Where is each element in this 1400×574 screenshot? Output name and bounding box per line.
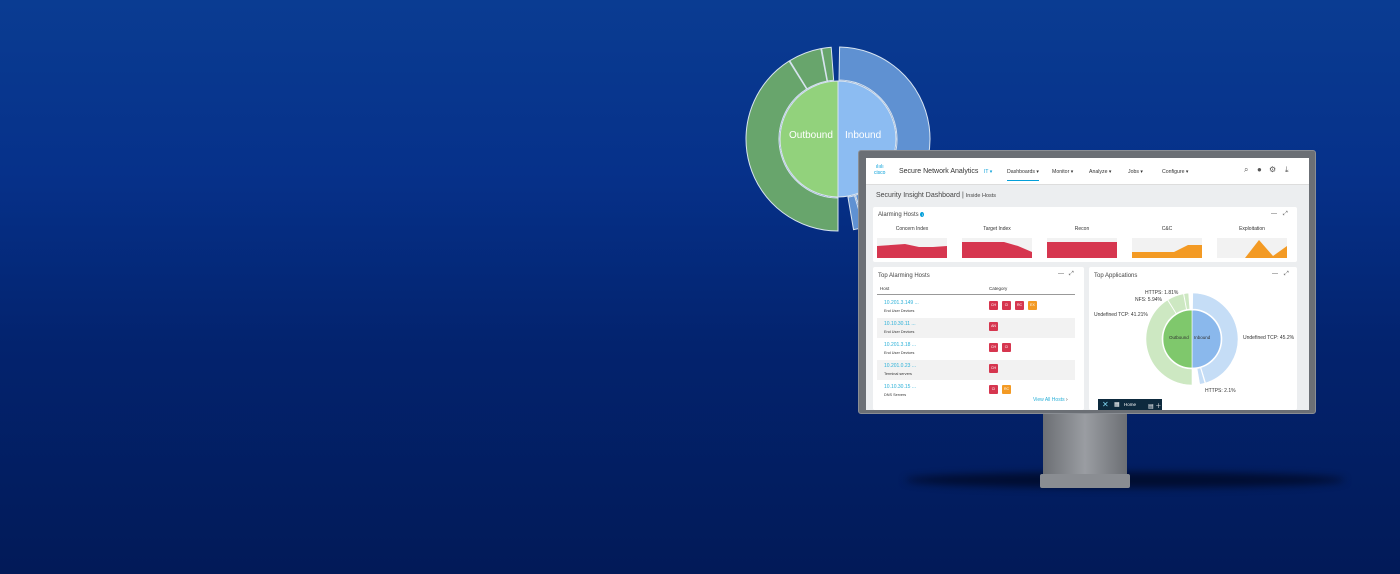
- category-badge[interactable]: EX: [1028, 301, 1037, 310]
- metric-label: Concern Index: [895, 226, 929, 232]
- metric-label: Target Index: [983, 226, 1011, 232]
- table-row[interactable]: 10.201.0.23 ... Terminal servers CH: [877, 360, 1075, 380]
- dashboard-screen: ılıılı cisco Secure Network Analytics IT …: [866, 158, 1309, 410]
- host-group: End User Devices: [884, 351, 915, 355]
- category-badge[interactable]: CH: [989, 301, 998, 310]
- download-icon[interactable]: ⤓: [1285, 165, 1289, 175]
- expand-icon[interactable]: ⤢: [1283, 211, 1288, 218]
- metric-sparkline[interactable]: [877, 238, 947, 258]
- monitor-base: [1040, 474, 1130, 488]
- host-ip-link[interactable]: 10.201.3.149 ...: [884, 300, 919, 306]
- minimize-icon[interactable]: —: [1271, 211, 1277, 217]
- nav-monitor[interactable]: Monitor ▾: [1052, 169, 1073, 175]
- sparkline-area: [1047, 242, 1117, 258]
- expand-icon[interactable]: ⤢: [1284, 271, 1289, 278]
- cisco-logo: ılıılı cisco: [874, 164, 886, 176]
- monitor-stand: [1043, 414, 1127, 476]
- info-icon[interactable]: i: [920, 212, 925, 217]
- close-x-icon[interactable]: ✕: [1102, 400, 1109, 409]
- host-group: End User Devices: [884, 309, 915, 313]
- host-ip-link[interactable]: 10.201.3.18 ...: [884, 342, 916, 348]
- nav-configure[interactable]: Configure ▾: [1162, 169, 1189, 175]
- monitor: ılıılı cisco Secure Network Analytics IT …: [858, 150, 1316, 414]
- host-group: Terminal servers: [884, 372, 912, 376]
- top-applications-card: Top Applications — ⤢ Outbound Inbound HT…: [1089, 267, 1297, 410]
- sparkline-area: [962, 242, 1032, 258]
- nav-analyze[interactable]: Analyze ▾: [1089, 169, 1112, 175]
- category-badge[interactable]: CH: [989, 364, 998, 373]
- metric-label: Recon: [1074, 226, 1090, 232]
- metric-sparkline[interactable]: [1217, 238, 1287, 258]
- view-all-hosts-link[interactable]: View All Hosts ›: [1033, 397, 1068, 403]
- table-row[interactable]: 10.201.3.149 ... End User Devices CH CI RC E…: [877, 297, 1075, 317]
- user-icon[interactable]: ●: [1257, 165, 1262, 174]
- category-badge[interactable]: CI: [989, 385, 998, 394]
- column-header-host[interactable]: Host: [880, 286, 889, 291]
- slice-label: NFS: 5.94%: [1135, 297, 1162, 303]
- metric-sparkline[interactable]: [1047, 238, 1117, 258]
- apps-grid-icon[interactable]: ▦: [1114, 401, 1120, 408]
- column-header-category[interactable]: Category: [989, 286, 1007, 291]
- slice-label: HTTPS: 1.81%: [1145, 290, 1179, 296]
- metric-sparkline[interactable]: [1132, 238, 1202, 258]
- sparkline-area: [877, 244, 947, 258]
- metric-label: Exploitation: [1239, 226, 1265, 232]
- host-ip-link[interactable]: 10.10.30.15 ...: [884, 384, 916, 390]
- taskbar-dock: ✕ ▦ Home ▤ ＋ ⋮: [1098, 399, 1162, 410]
- domain-selector[interactable]: IT ▾: [984, 169, 992, 175]
- nav-dashboards[interactable]: Dashboards ▾: [1007, 169, 1040, 181]
- metric-label: C&C: [1161, 226, 1173, 232]
- category-badge[interactable]: CH: [989, 343, 998, 352]
- category-badge[interactable]: CI: [1002, 343, 1011, 352]
- minimize-icon[interactable]: —: [1272, 271, 1278, 277]
- sparkline-area: [1132, 245, 1202, 258]
- minimize-icon[interactable]: —: [1058, 271, 1064, 277]
- host-ip-link[interactable]: 10.10.30.11 ...: [884, 321, 916, 327]
- slice-label: Undefined TCP: 41.21%: [1094, 312, 1148, 318]
- card-title: Alarming Hosts i: [878, 212, 925, 218]
- category-badge[interactable]: RC: [1015, 301, 1024, 310]
- expand-icon[interactable]: ⤢: [1069, 271, 1074, 278]
- host-ip-link[interactable]: 10.201.0.23 ...: [884, 363, 916, 369]
- top-applications-donut: [1145, 292, 1239, 386]
- metric-sparkline[interactable]: [962, 238, 1032, 258]
- chevron-right-icon: ›: [1065, 397, 1068, 403]
- search-icon[interactable]: ⌕: [1244, 165, 1248, 175]
- host-group: DNS Servers: [884, 393, 907, 397]
- nav-jobs[interactable]: Jobs ▾: [1128, 169, 1143, 175]
- breadcrumb: Security Insight Dashboard | Inside Host…: [876, 192, 997, 199]
- alarming-hosts-card: Alarming Hosts i — ⤢ Concern Index Targe…: [873, 207, 1297, 262]
- slice-label: Undefined TCP: 45.2%: [1243, 335, 1295, 341]
- inbound-label: Inbound: [1194, 335, 1211, 340]
- hero-outbound-label: Outbound: [789, 130, 833, 141]
- home-label[interactable]: Home: [1124, 402, 1136, 407]
- header-divider: [877, 294, 1075, 295]
- top-alarming-hosts-card: Top Alarming Hosts — ⤢ Host Category 10.…: [873, 267, 1084, 410]
- gear-icon[interactable]: ⚙: [1269, 165, 1276, 174]
- card-title: Top Applications: [1094, 273, 1138, 279]
- app-title: Secure Network Analytics: [899, 168, 979, 175]
- outbound-label: Outbound: [1169, 335, 1189, 340]
- card-title: Top Alarming Hosts: [878, 273, 930, 279]
- tools-icon[interactable]: ▤ ＋ ⋮: [1148, 401, 1162, 410]
- category-badge[interactable]: AN: [989, 322, 998, 331]
- top-nav-bar: ılıılı cisco Secure Network Analytics IT …: [866, 158, 1309, 185]
- table-row[interactable]: 10.201.3.18 ... End User Devices CH CI: [877, 339, 1075, 359]
- category-badge[interactable]: CI: [1002, 301, 1011, 310]
- host-group: End User Devices: [884, 330, 915, 334]
- category-badge[interactable]: RC: [1002, 385, 1011, 394]
- sparkline-area: [1217, 240, 1287, 258]
- slice-label: HTTPS: 2.1%: [1205, 388, 1236, 394]
- table-row[interactable]: 10.10.30.11 ... End User Devices AN: [877, 318, 1075, 338]
- hero-inbound-label: Inbound: [845, 130, 882, 141]
